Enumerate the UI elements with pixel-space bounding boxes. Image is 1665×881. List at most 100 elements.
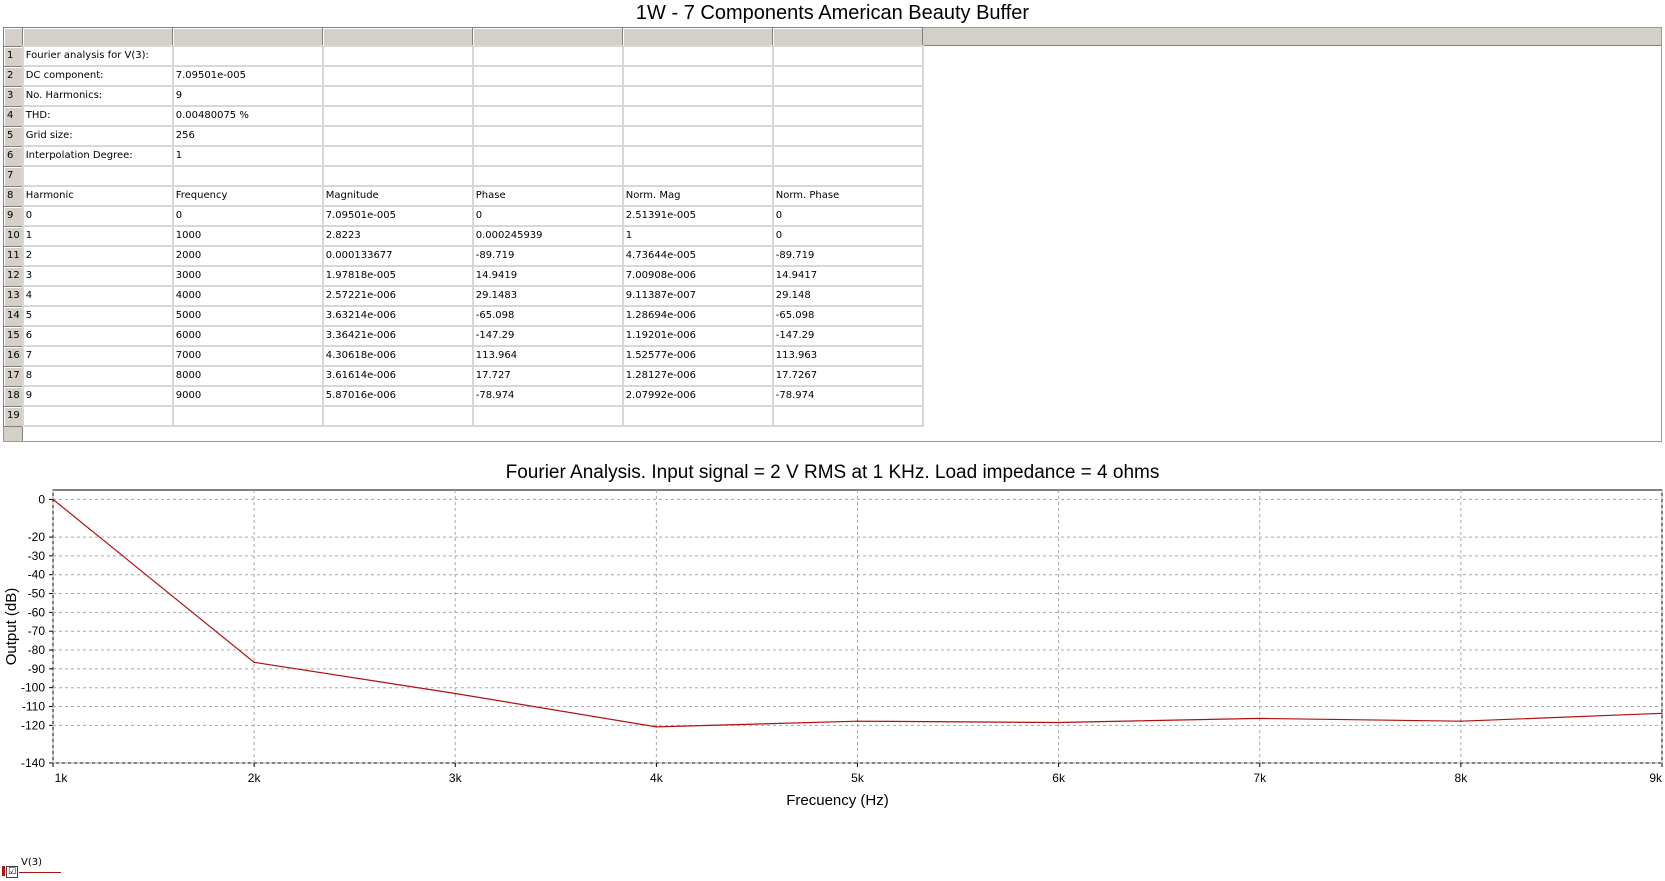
table-cell[interactable]: 4.73644e-005 bbox=[621, 245, 774, 267]
table-cell[interactable] bbox=[471, 65, 624, 87]
column-header[interactable] bbox=[172, 27, 324, 47]
table-cell[interactable] bbox=[771, 85, 924, 107]
table-cell[interactable] bbox=[321, 65, 474, 87]
table-cell[interactable] bbox=[471, 125, 624, 147]
table-cell[interactable]: 2.51391e-005 bbox=[621, 205, 774, 227]
table-cell[interactable]: 1.52577e-006 bbox=[621, 345, 774, 367]
table-cell[interactable]: 3 bbox=[21, 265, 174, 287]
table-cell[interactable]: 7.00908e-006 bbox=[621, 265, 774, 287]
table-cell[interactable] bbox=[471, 85, 624, 107]
table-cell[interactable]: 7.09501e-005 bbox=[171, 65, 324, 87]
table-cell[interactable]: 14.9417 bbox=[771, 265, 924, 287]
table-cell[interactable]: -78.974 bbox=[771, 385, 924, 407]
row-number[interactable]: 6 bbox=[2, 145, 24, 167]
table-cell[interactable]: 1 bbox=[21, 225, 174, 247]
table-cell[interactable]: Phase bbox=[471, 185, 624, 207]
table-cell[interactable]: DC component: bbox=[21, 65, 174, 87]
table-cell[interactable] bbox=[471, 45, 624, 67]
table-cell[interactable]: THD: bbox=[21, 105, 174, 127]
row-number[interactable]: 5 bbox=[2, 125, 24, 147]
table-cell[interactable]: 2 bbox=[21, 245, 174, 267]
table-cell[interactable]: Harmonic bbox=[21, 185, 174, 207]
table-cell[interactable]: 7 bbox=[21, 345, 174, 367]
table-cell[interactable]: 6000 bbox=[171, 325, 324, 347]
table-cell[interactable]: 2.07992e-006 bbox=[621, 385, 774, 407]
table-cell[interactable]: 7000 bbox=[171, 345, 324, 367]
table-cell[interactable]: 1000 bbox=[171, 225, 324, 247]
table-cell[interactable]: 113.963 bbox=[771, 345, 924, 367]
table-cell[interactable]: -65.098 bbox=[471, 305, 624, 327]
table-cell[interactable] bbox=[621, 165, 774, 187]
row-number[interactable]: 10 bbox=[2, 225, 24, 247]
table-cell[interactable]: Norm. Mag bbox=[621, 185, 774, 207]
table-cell[interactable] bbox=[321, 45, 474, 67]
table-cell[interactable]: 0 bbox=[21, 205, 174, 227]
table-cell[interactable] bbox=[21, 165, 174, 187]
table-cell[interactable]: 5.87016e-006 bbox=[321, 385, 474, 407]
table-cell[interactable]: Interpolation Degree: bbox=[21, 145, 174, 167]
table-cell[interactable] bbox=[321, 125, 474, 147]
row-number[interactable]: 7 bbox=[2, 165, 24, 187]
table-cell[interactable]: -78.974 bbox=[471, 385, 624, 407]
table-cell[interactable]: 9000 bbox=[171, 385, 324, 407]
row-number[interactable]: 19 bbox=[2, 405, 24, 427]
row-number[interactable]: 15 bbox=[2, 325, 24, 347]
table-cell[interactable]: 113.964 bbox=[471, 345, 624, 367]
row-number[interactable]: 12 bbox=[2, 265, 24, 287]
table-cell[interactable]: 1.28127e-006 bbox=[621, 365, 774, 387]
table-cell[interactable] bbox=[771, 65, 924, 87]
table-cell[interactable]: 1.19201e-006 bbox=[621, 325, 774, 347]
table-cell[interactable] bbox=[771, 105, 924, 127]
table-cell[interactable]: 29.1483 bbox=[471, 285, 624, 307]
table-cell[interactable]: Norm. Phase bbox=[771, 185, 924, 207]
table-cell[interactable] bbox=[471, 405, 624, 427]
table-cell[interactable]: 0.00480075 % bbox=[171, 105, 324, 127]
table-cell[interactable]: No. Harmonics: bbox=[21, 85, 174, 107]
table-cell[interactable] bbox=[171, 405, 324, 427]
table-cell[interactable] bbox=[321, 405, 474, 427]
table-cell[interactable] bbox=[771, 45, 924, 67]
table-cell[interactable]: 3.63214e-006 bbox=[321, 305, 474, 327]
table-cell[interactable]: 9.11387e-007 bbox=[621, 285, 774, 307]
table-cell[interactable] bbox=[771, 145, 924, 167]
table-cell[interactable] bbox=[321, 165, 474, 187]
table-cell[interactable]: 2.57221e-006 bbox=[321, 285, 474, 307]
table-cell[interactable]: 4.30618e-006 bbox=[321, 345, 474, 367]
table-cell[interactable] bbox=[621, 105, 774, 127]
table-cell[interactable]: 256 bbox=[171, 125, 324, 147]
table-cell[interactable] bbox=[321, 145, 474, 167]
table-cell[interactable] bbox=[771, 405, 924, 427]
row-number[interactable]: 11 bbox=[2, 245, 24, 267]
table-cell[interactable]: 1.28694e-006 bbox=[621, 305, 774, 327]
table-cell[interactable]: 7.09501e-005 bbox=[321, 205, 474, 227]
row-number[interactable]: 9 bbox=[2, 205, 24, 227]
column-header[interactable] bbox=[22, 27, 174, 47]
table-cell[interactable]: 1 bbox=[621, 225, 774, 247]
table-cell[interactable]: Fourier analysis for V(3): bbox=[21, 45, 174, 67]
table-cell[interactable]: 6 bbox=[21, 325, 174, 347]
table-cell[interactable] bbox=[321, 105, 474, 127]
column-header[interactable] bbox=[322, 27, 474, 47]
table-cell[interactable] bbox=[621, 145, 774, 167]
table-cell[interactable]: Magnitude bbox=[321, 185, 474, 207]
table-cell[interactable]: Grid size: bbox=[21, 125, 174, 147]
table-cell[interactable] bbox=[771, 125, 924, 147]
table-cell[interactable] bbox=[621, 65, 774, 87]
table-cell[interactable] bbox=[621, 45, 774, 67]
table-cell[interactable]: 17.7267 bbox=[771, 365, 924, 387]
table-cell[interactable]: -89.719 bbox=[471, 245, 624, 267]
table-cell[interactable]: 9 bbox=[21, 385, 174, 407]
table-cell[interactable]: -65.098 bbox=[771, 305, 924, 327]
column-header[interactable] bbox=[472, 27, 624, 47]
row-number[interactable]: 1 bbox=[2, 45, 24, 67]
table-cell[interactable]: 0.000245939 bbox=[471, 225, 624, 247]
table-cell[interactable]: 8000 bbox=[171, 365, 324, 387]
table-cell[interactable]: -147.29 bbox=[471, 325, 624, 347]
row-number[interactable]: 16 bbox=[2, 345, 24, 367]
table-cell[interactable]: 3.61614e-006 bbox=[321, 365, 474, 387]
table-cell[interactable]: 1.97818e-005 bbox=[321, 265, 474, 287]
table-cell[interactable]: 4000 bbox=[171, 285, 324, 307]
legend-checkbox[interactable]: ☑ bbox=[6, 866, 18, 878]
row-number[interactable]: 2 bbox=[2, 65, 24, 87]
table-cell[interactable]: 3.36421e-006 bbox=[321, 325, 474, 347]
